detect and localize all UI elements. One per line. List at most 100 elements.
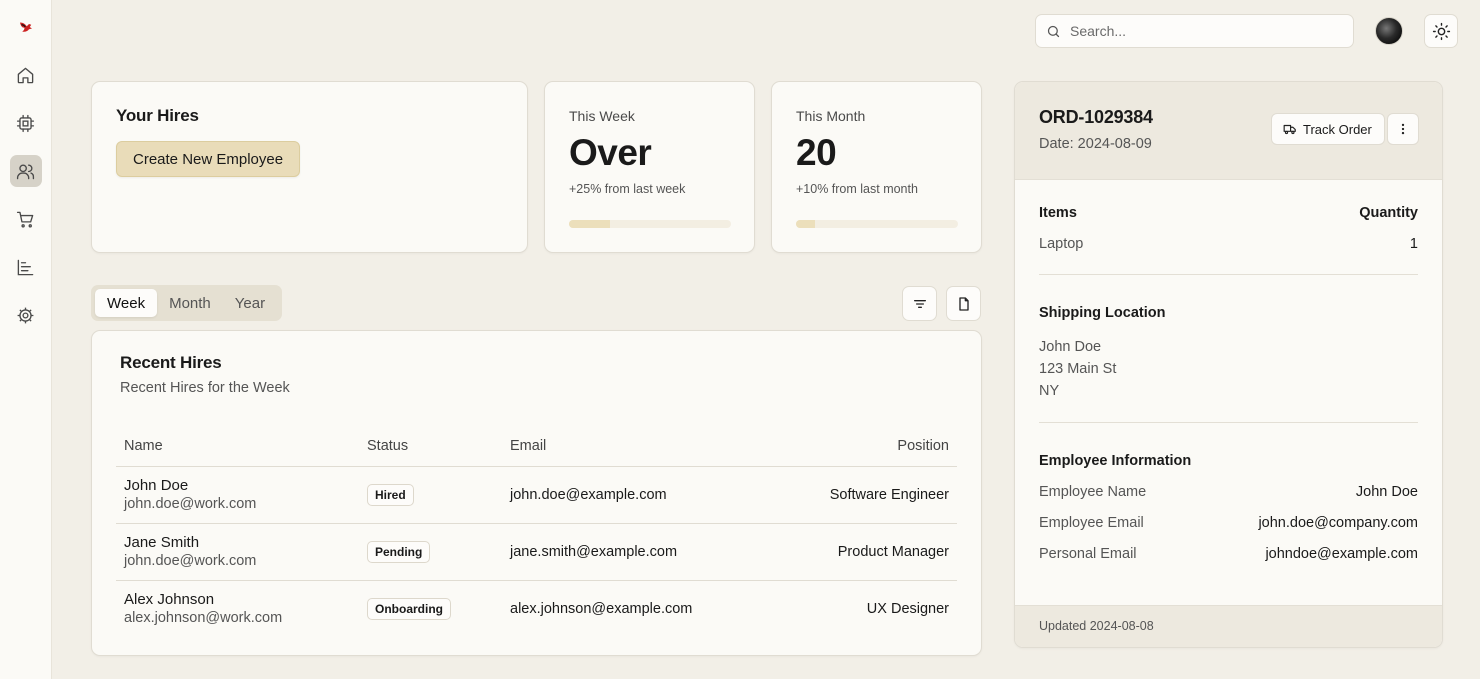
stat-value: 20 — [796, 132, 837, 173]
item-quantity: 1 — [1409, 236, 1418, 252]
sun-icon — [1432, 22, 1450, 40]
avatar[interactable] — [1375, 17, 1403, 45]
employee-name: John Doe — [124, 477, 189, 494]
order-footer: Updated 2024-08-08 — [1015, 605, 1442, 647]
table-row[interactable]: John Doe john.doe@work.com Hired john.doe… — [116, 466, 957, 524]
position: Software Engineer — [722, 466, 957, 524]
more-options-button[interactable] — [1387, 113, 1419, 145]
stat-value: Over — [569, 132, 652, 173]
shipping-title: Shipping Location — [1039, 305, 1166, 321]
column-header-email: Email — [502, 426, 722, 467]
status-badge: Hired — [367, 483, 414, 506]
settings-icon — [17, 307, 34, 323]
field-value: johndoe@example.com — [1265, 546, 1418, 562]
table-row[interactable]: Jane Smith john.doe@work.com Pending jane… — [116, 523, 957, 581]
email: john.doe@example.com — [502, 466, 722, 524]
tab-month[interactable]: Month — [157, 289, 223, 317]
sidebar-item-users[interactable] — [9, 155, 42, 187]
stat-label: This Week — [569, 108, 635, 124]
shipping-address: John Doe 123 Main St NY — [1039, 336, 1418, 402]
shipping-line: 123 Main St — [1039, 361, 1117, 377]
progress-fill — [569, 220, 610, 228]
field-value: John Doe — [1355, 484, 1418, 500]
progress-fill — [796, 220, 816, 228]
field-label: Employee Email — [1039, 515, 1144, 531]
shipping-line: NY — [1039, 383, 1060, 399]
theme-toggle-button[interactable] — [1424, 14, 1458, 48]
period-tabs: Week Month Year — [91, 285, 282, 321]
file-icon — [958, 296, 969, 311]
status-badge: Pending — [367, 540, 431, 563]
recent-hires-title: Recent Hires — [120, 353, 222, 372]
field-label: Personal Email — [1039, 546, 1137, 562]
stat-change: +25% from last week — [569, 182, 686, 196]
search-box[interactable] — [1035, 14, 1354, 48]
work-email: alex.johnson@work.com — [124, 610, 283, 627]
filter-button[interactable] — [902, 286, 937, 321]
employee-field-row: Employee Email john.doe@company.com — [1039, 515, 1418, 531]
order-details-panel: ORD-1029384 Date: 2024-08-09 Track Order… — [1014, 81, 1443, 648]
order-header: ORD-1029384 Date: 2024-08-09 Track Order — [1015, 82, 1442, 180]
item-row: Laptop 1 — [1039, 236, 1418, 252]
track-order-label: Track Order — [1303, 121, 1372, 137]
employee-name: Jane Smith — [124, 534, 200, 551]
employee-name: Alex Johnson — [124, 591, 215, 609]
employee-field-row: Personal Email johndoe@example.com — [1039, 546, 1418, 562]
progress-bar — [796, 220, 958, 228]
table-header-row: Name Status Email Position — [116, 426, 957, 467]
employee-field-row: Employee Name John Doe — [1039, 484, 1418, 500]
create-employee-button[interactable]: Create New Employee — [116, 141, 301, 177]
status-badge: Onboarding — [367, 597, 451, 620]
shipping-line: John Doe — [1039, 339, 1102, 355]
sidebar — [0, 0, 52, 679]
export-button[interactable] — [946, 286, 981, 321]
filter-icon — [913, 299, 926, 308]
search-input[interactable] — [1070, 23, 1330, 39]
truck-icon — [1283, 124, 1296, 135]
employee-info-title: Employee Information — [1039, 453, 1192, 469]
sidebar-item-orders[interactable] — [10, 203, 42, 235]
stat-change: +10% from last month — [796, 182, 918, 196]
column-header-position: Position — [722, 426, 957, 467]
logo-icon[interactable] — [15, 16, 37, 38]
recent-hires-description: Recent Hires for the Week — [120, 380, 290, 396]
users-icon — [16, 163, 35, 179]
this-week-card: This Week Over +25% from last week — [544, 81, 755, 253]
work-email: john.doe@work.com — [124, 496, 257, 512]
sidebar-item-settings[interactable] — [10, 299, 42, 331]
work-email: john.doe@work.com — [124, 553, 257, 569]
tab-year[interactable]: Year — [223, 289, 277, 317]
email: alex.johnson@example.com — [510, 600, 693, 617]
tab-week[interactable]: Week — [95, 289, 158, 317]
column-header-name: Name — [116, 426, 359, 467]
search-icon — [1047, 25, 1060, 37]
recent-hires-card: Recent Hires Recent Hires for the Week N… — [91, 330, 982, 656]
this-month-card: This Month 20 +10% from last month — [771, 81, 982, 253]
email: jane.smith@example.com — [502, 523, 722, 581]
home-icon — [17, 67, 34, 83]
sidebar-item-analytics[interactable] — [10, 251, 42, 283]
track-order-button[interactable]: Track Order — [1271, 113, 1385, 145]
divider — [1039, 274, 1418, 275]
items-header-row: Items Quantity — [1039, 205, 1418, 221]
items-header: Items — [1039, 205, 1077, 221]
recent-hires-table: Name Status Email Position John Doe john.… — [116, 426, 957, 637]
position: UX Designer — [866, 600, 949, 617]
chip-icon — [16, 114, 35, 132]
item-name: Laptop — [1039, 236, 1084, 252]
divider — [1039, 422, 1418, 423]
sidebar-item-devices[interactable] — [10, 107, 42, 139]
table-row[interactable]: Alex Johnson alex.johnson@work.com Onboar… — [116, 580, 957, 637]
sidebar-item-home[interactable] — [10, 59, 42, 91]
more-vertical-icon — [1401, 123, 1405, 135]
chart-icon — [17, 259, 34, 275]
field-value: john.doe@company.com — [1258, 515, 1418, 531]
your-hires-title: Your Hires — [116, 106, 199, 125]
column-header-status: Status — [359, 426, 502, 467]
cart-icon — [16, 211, 34, 228]
quantity-header: Quantity — [1359, 205, 1418, 221]
position: Product Manager — [722, 523, 957, 581]
your-hires-card: Your Hires Create New Employee — [91, 81, 528, 253]
stat-label: This Month — [796, 108, 866, 124]
progress-bar — [569, 220, 731, 228]
